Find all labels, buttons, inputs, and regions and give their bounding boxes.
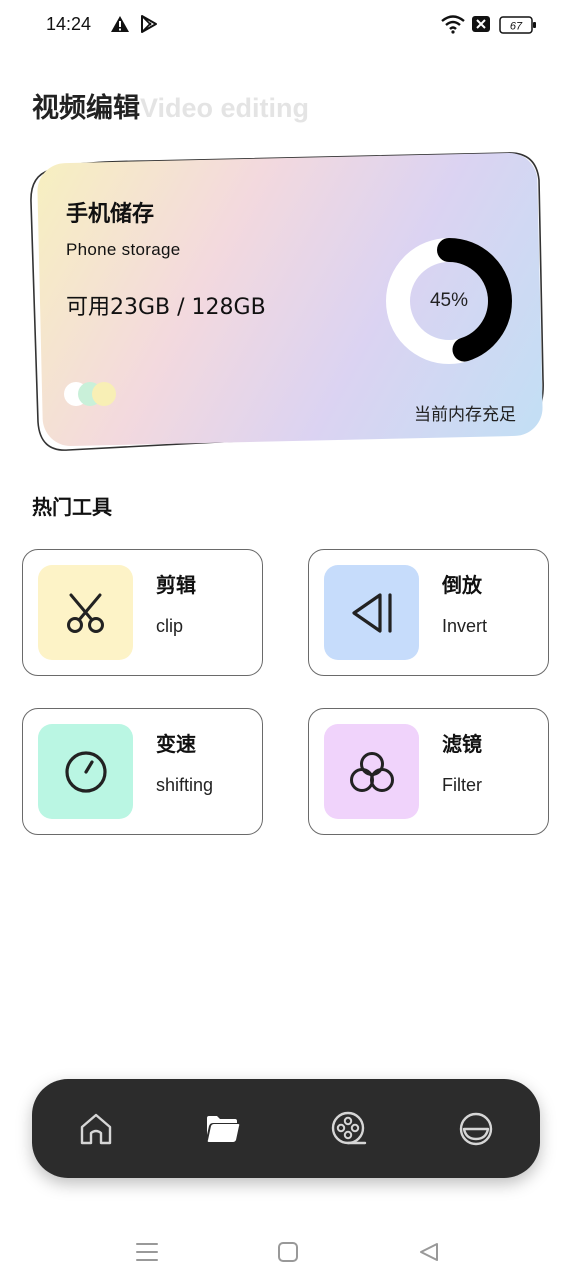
folder-icon [207, 1116, 240, 1142]
tool-en: clip [156, 616, 184, 636]
tool-card-clip[interactable]: 剪辑 clip [22, 549, 263, 676]
filter-icon [349, 751, 394, 792]
tool-icon-box [38, 565, 133, 660]
home-square-icon [278, 1242, 298, 1262]
tool-card-shifting[interactable]: 变速 shifting [22, 708, 263, 835]
system-nav [0, 1210, 572, 1280]
nav-folder[interactable] [194, 1101, 250, 1157]
tool-name: 倒放 [442, 573, 482, 597]
storage-title: 手机储存 [66, 202, 155, 227]
scissors-icon [66, 593, 104, 633]
nav-film[interactable] [321, 1101, 377, 1157]
tool-card-filter[interactable]: 滤镜 Filter [308, 708, 549, 835]
rewind-icon [351, 592, 392, 633]
storage-usage: 可用23GB / 128GB [66, 295, 266, 320]
system-back-button[interactable] [409, 1232, 449, 1272]
profile-icon [459, 1112, 493, 1146]
nav-home[interactable] [68, 1101, 124, 1157]
battery-icon: 67 [499, 15, 537, 35]
status-bar: 14:24 67 [0, 0, 572, 52]
tool-en: Filter [442, 775, 482, 795]
tool-name: 变速 [156, 732, 196, 756]
page-title: 视频编辑 [32, 93, 140, 124]
system-home-button[interactable] [268, 1232, 308, 1272]
sim-off-icon [471, 14, 491, 34]
page-subtitle: Video editing [140, 93, 310, 123]
home-icon [80, 1113, 112, 1145]
tool-name: 剪辑 [156, 573, 196, 597]
tool-card-invert[interactable]: 倒放 Invert [308, 549, 549, 676]
storage-status: 当前内存充足 [414, 405, 516, 425]
bottom-nav [32, 1079, 540, 1178]
play-store-icon [139, 14, 159, 34]
section-title: 热门工具 [32, 495, 112, 519]
film-reel-icon [331, 1111, 367, 1145]
status-time: 14:24 [46, 14, 92, 34]
tool-name: 滤镜 [442, 732, 482, 756]
nav-profile[interactable] [448, 1101, 504, 1157]
storage-percent: 45% [429, 290, 469, 311]
color-dots [64, 382, 124, 408]
tool-en: shifting [156, 775, 214, 795]
warning-icon [110, 14, 130, 34]
page-header: 视频编辑Video editing [32, 86, 309, 126]
battery-level: 67 [510, 21, 523, 33]
tool-en: Invert [442, 616, 488, 636]
speedometer-icon [64, 750, 107, 793]
wifi-icon [440, 14, 466, 34]
storage-subtitle: Phone storage [66, 240, 181, 259]
color-dot [92, 382, 116, 406]
system-menu-button[interactable] [127, 1232, 167, 1272]
tool-icon-box [324, 724, 419, 819]
storage-card[interactable]: 手机储存 Phone storage 可用23GB / 128GB 45% 当前… [28, 150, 548, 455]
tool-icon-box [38, 724, 133, 819]
back-icon [420, 1243, 438, 1261]
tool-icon-box [324, 565, 419, 660]
menu-icon [136, 1243, 158, 1261]
